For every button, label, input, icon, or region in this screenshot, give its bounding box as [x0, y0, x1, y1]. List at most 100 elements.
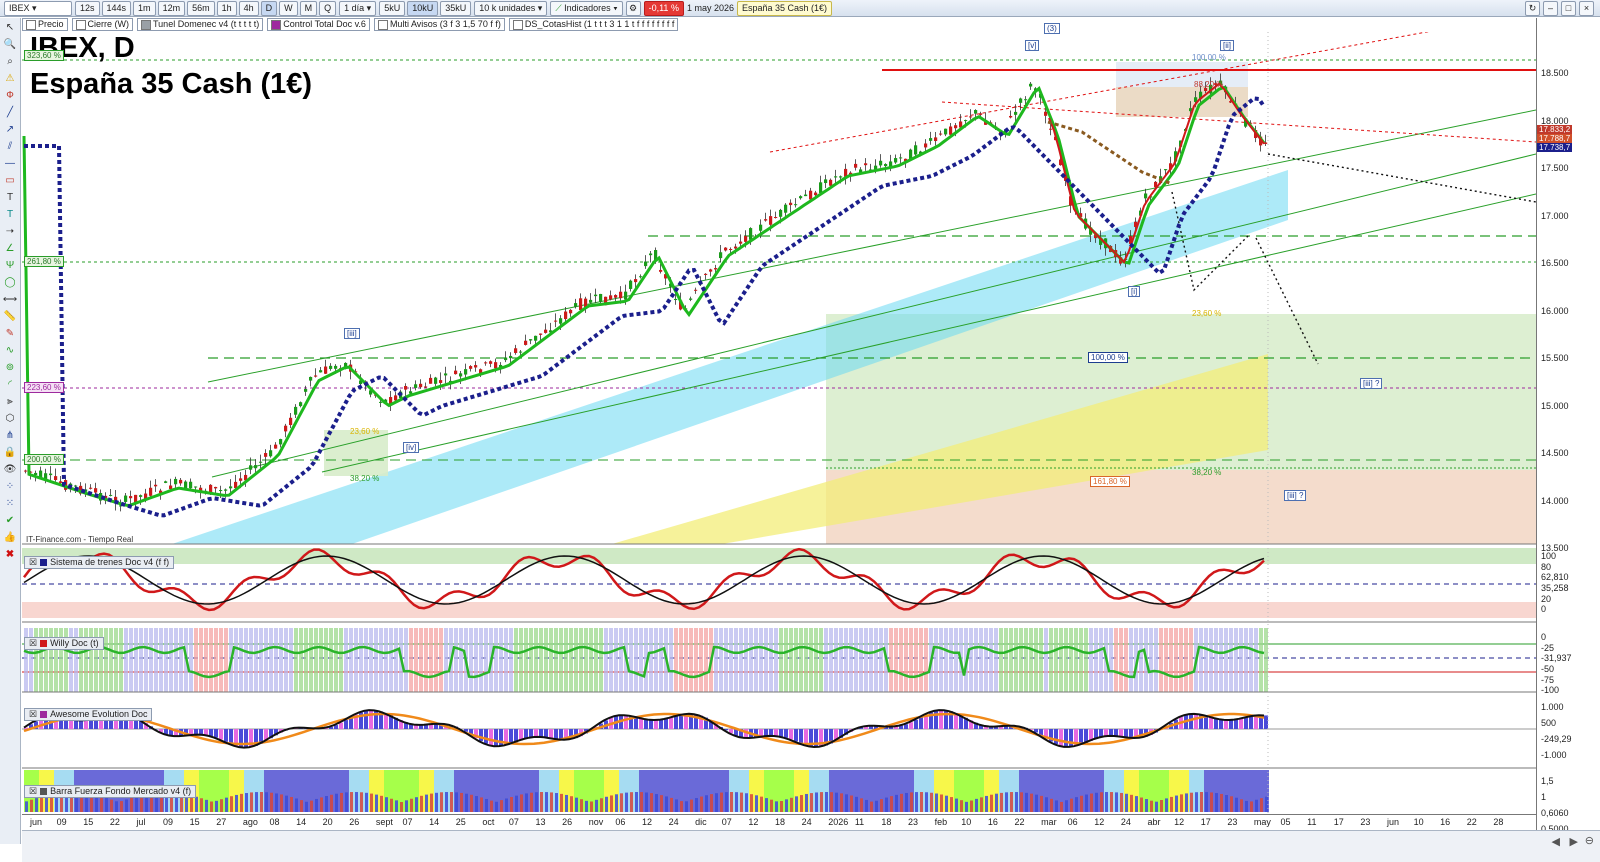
willy-bar [1079, 628, 1083, 692]
window-refresh-icon[interactable]: ↻ [1525, 1, 1540, 16]
candle-body [509, 356, 512, 358]
zoom-area-icon[interactable]: ⌕ [2, 55, 18, 69]
panel-title-fuerza[interactable]: ☒Barra Fuerza Fondo Mercado v4 (f) [24, 785, 196, 798]
date-tick: 20 [323, 817, 333, 827]
arrow-icon[interactable]: ➝ [2, 225, 18, 239]
candle-body [659, 270, 662, 272]
candle-body [749, 228, 752, 240]
window-maximize-icon[interactable]: □ [1561, 1, 1576, 16]
fuerza-histogram-bar [575, 798, 578, 812]
candle-body [629, 281, 632, 289]
fib-label-23-left: 23,60 % [348, 427, 381, 436]
interval-button-4[interactable]: 56m [187, 1, 215, 16]
willy-bar [1139, 628, 1143, 692]
window-minimize-icon[interactable]: – [1543, 1, 1558, 16]
units-selector[interactable]: 10 k unidades ▾ [474, 1, 547, 16]
zoom-icon[interactable]: 🔍 [2, 38, 18, 52]
interval-button-8[interactable]: W [279, 1, 298, 16]
magnet-icon[interactable]: ⋔ [2, 429, 18, 443]
willy-bar [634, 628, 638, 692]
alert-icon[interactable]: ⚠ [2, 72, 18, 86]
willy-histogram [24, 628, 1268, 692]
cursor-icon[interactable]: ↖ [2, 21, 18, 35]
panel-title-willy[interactable]: ☒Willy Doc (t) [24, 637, 104, 650]
fuerza-histogram-bar [1215, 793, 1218, 812]
interval-button-6[interactable]: 4h [239, 1, 259, 16]
measure-icon[interactable]: ⟷ [2, 293, 18, 307]
rectangle-icon[interactable]: ▭ [2, 174, 18, 188]
panel-close-icon[interactable]: ☒ [29, 709, 37, 720]
panel-close-icon[interactable]: ☒ [29, 638, 37, 649]
scroll-right-icon[interactable]: ▶ [1570, 835, 1578, 848]
text-tool-alt-icon[interactable]: T [2, 208, 18, 222]
horizontal-line-icon[interactable]: — [2, 157, 18, 171]
fuerza-histogram-bar [315, 799, 318, 812]
ray-icon[interactable]: ↗ [2, 123, 18, 137]
ruler-icon[interactable]: 📏 [2, 310, 18, 324]
willy-bar [689, 628, 693, 692]
willy-bar [1059, 628, 1063, 692]
scatter-icon[interactable]: ⁘ [2, 480, 18, 494]
willy-bar [1124, 628, 1128, 692]
interval-button-9[interactable]: M [300, 1, 318, 16]
settings-icon[interactable]: ⚙ [626, 1, 641, 16]
channel-icon[interactable]: ⫽ [2, 140, 18, 154]
wave-icon[interactable]: ∿ [2, 344, 18, 358]
panel-title-awesome[interactable]: ☒Awesome Evolution Doc [24, 708, 152, 721]
window-close-icon[interactable]: × [1579, 1, 1594, 16]
interval-button-1[interactable]: 144s [102, 1, 132, 16]
indicators-button[interactable]: ⟋ Indicadores ▾ [550, 1, 622, 16]
pattern-icon[interactable]: ⬡ [2, 412, 18, 426]
text-tool-icon[interactable]: T [2, 191, 18, 205]
hide-drawings-icon[interactable]: 👁 [2, 463, 18, 477]
brush-icon[interactable]: ✎ [2, 327, 18, 341]
thumbs-up-icon[interactable]: 👍 [2, 531, 18, 545]
panel-close-icon[interactable]: ☒ [29, 786, 37, 797]
cycles-icon[interactable]: ⊚ [2, 361, 18, 375]
fan-icon[interactable]: ⫸ [2, 395, 18, 409]
candle-body [249, 465, 252, 469]
scatter-alt-icon[interactable]: ⁙ [2, 497, 18, 511]
panel-close-icon[interactable]: ☒ [29, 557, 37, 568]
fibonacci-icon[interactable]: Ф [2, 89, 18, 103]
gann-icon[interactable]: ∠ [2, 242, 18, 256]
price-tick: 14.500 [1541, 448, 1569, 458]
interval-button-7[interactable]: D [261, 1, 278, 16]
lock-icon[interactable]: 🔒 [2, 446, 18, 460]
candle-body [589, 300, 592, 303]
interval-button-5[interactable]: 1h [217, 1, 237, 16]
scroll-left-icon[interactable]: ◀ [1552, 835, 1560, 848]
trendline-icon[interactable]: ╱ [2, 106, 18, 120]
symbol-selector[interactable]: IBEX ▾ [4, 1, 72, 16]
price-chart[interactable] [22, 32, 1536, 814]
delete-icon[interactable]: ✖ [2, 548, 18, 562]
fuerza-histogram-bar [750, 794, 753, 812]
interval-button-10[interactable]: Q [319, 1, 336, 16]
legend-item-3[interactable]: Control Total Doc v.6 [267, 18, 370, 31]
legend-item-2[interactable]: Tunel Domenec v4 (t t t t t) [137, 18, 263, 31]
period-selector[interactable]: 1 día ▾ [339, 1, 376, 16]
panel-title-trenes[interactable]: ☒Sistema de trenes Doc v4 (f f) [24, 556, 174, 569]
arc-icon[interactable]: ◜ [2, 378, 18, 392]
volume-button-2[interactable]: 35kU [440, 1, 471, 16]
fuerza-histogram-bar [25, 801, 28, 812]
fuerza-histogram-bar [225, 798, 228, 812]
zoom-out-icon[interactable]: ⊖ [1585, 834, 1594, 847]
fuerza-histogram-bar [795, 796, 798, 812]
interval-button-0[interactable]: 12s [75, 1, 100, 16]
volume-button-0[interactable]: 5kU [379, 1, 405, 16]
pitchfork-icon[interactable]: Ψ [2, 259, 18, 273]
interval-button-3[interactable]: 12m [158, 1, 186, 16]
candle-body [794, 204, 797, 205]
bottom-scroll-bar[interactable]: ◀ ▶ ⊖ [22, 830, 1600, 862]
check-icon[interactable]: ✔ [2, 514, 18, 528]
fuerza-histogram-bar [275, 793, 278, 812]
date-tick: 23 [1360, 817, 1370, 827]
volume-button-1[interactable]: 10kU [407, 1, 438, 16]
date-axis[interactable]: jun091522jul091527ago08142026sept071425o… [22, 814, 1536, 831]
ellipse-icon[interactable]: ◯ [2, 276, 18, 290]
legend-item-4[interactable]: Multi Avisos (3 f 3 1,5 70 f f) [374, 18, 505, 31]
legend-item-5[interactable]: DS_CotasHist (1 t t t 3 1 1 t f f f f f … [509, 18, 679, 31]
interval-button-2[interactable]: 1m [133, 1, 156, 16]
price-axis[interactable]: 18.50018.00017.50017.00016.50016.00015.5… [1536, 18, 1600, 844]
